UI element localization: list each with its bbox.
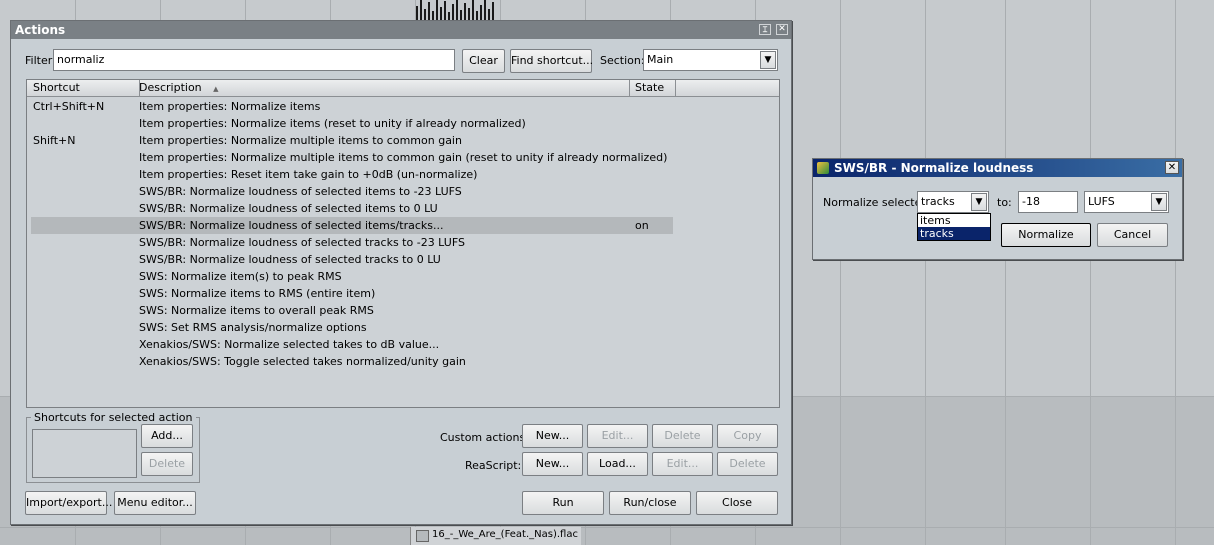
- custom-new-button[interactable]: New...: [522, 424, 583, 448]
- table-row[interactable]: Item properties: Normalize multiple item…: [27, 149, 779, 166]
- menu-editor-button[interactable]: Menu editor...: [114, 491, 196, 515]
- target-select[interactable]: tracks ▼: [917, 191, 989, 213]
- row-description: Xenakios/SWS: Normalize selected takes t…: [139, 338, 440, 351]
- row-description: Item properties: Reset item take gain to…: [139, 168, 478, 181]
- row-shortcut: Ctrl+Shift+N: [33, 100, 105, 113]
- to-label: to:: [997, 196, 1012, 209]
- waveform: [414, 0, 496, 20]
- section-value: Main: [647, 53, 674, 66]
- section-select[interactable]: Main ▼: [643, 49, 778, 71]
- target-option-items[interactable]: items: [918, 214, 990, 227]
- list-header: Shortcut Description ▲ State: [27, 80, 779, 97]
- row-shortcut: Shift+N: [33, 134, 76, 147]
- target-options-list: items tracks: [917, 213, 991, 241]
- table-row[interactable]: SWS: Set RMS analysis/normalize options: [27, 319, 779, 336]
- row-description: SWS/BR: Normalize loudness of selected i…: [139, 219, 444, 232]
- reascript-edit-button: Edit...: [652, 452, 713, 476]
- normalize-button[interactable]: Normalize: [1001, 223, 1091, 247]
- run-close-button[interactable]: Run/close: [609, 491, 691, 515]
- media-item[interactable]: 16_-_We_Are_(Feat._Nas).flac: [410, 527, 581, 545]
- table-row[interactable]: Xenakios/SWS: Normalize selected takes t…: [27, 336, 779, 353]
- level-input[interactable]: -18: [1018, 191, 1078, 213]
- table-row[interactable]: SWS/BR: Normalize loudness of selected i…: [27, 183, 779, 200]
- column-header-shortcut[interactable]: Shortcut: [27, 80, 140, 96]
- row-description: SWS/BR: Normalize loudness of selected i…: [139, 202, 438, 215]
- close-icon[interactable]: ✕: [1165, 161, 1179, 174]
- custom-edit-button: Edit...: [587, 424, 648, 448]
- row-description: Item properties: Normalize multiple item…: [139, 134, 462, 147]
- filter-label: Filter:: [25, 54, 56, 67]
- table-row[interactable]: SWS: Normalize items to overall peak RMS: [27, 302, 779, 319]
- table-row[interactable]: Xenakios/SWS: Toggle selected takes norm…: [27, 353, 779, 370]
- reascript-load-button[interactable]: Load...: [587, 452, 648, 476]
- table-row[interactable]: SWS: Normalize items to RMS (entire item…: [27, 285, 779, 302]
- table-row[interactable]: SWS/BR: Normalize loudness of selected t…: [27, 251, 779, 268]
- pin-icon[interactable]: ⌶: [759, 24, 771, 35]
- actions-rows: Ctrl+Shift+N Item properties: Normalize i…: [27, 98, 779, 370]
- row-description: SWS: Normalize item(s) to peak RMS: [139, 270, 342, 283]
- row-description: Item properties: Normalize items: [139, 100, 321, 113]
- run-button[interactable]: Run: [522, 491, 604, 515]
- custom-copy-button: Copy: [717, 424, 778, 448]
- sort-ascending-icon: ▲: [213, 85, 219, 93]
- row-state: on: [635, 219, 649, 232]
- shortcuts-listbox[interactable]: [32, 429, 137, 478]
- actions-window: Actions ⌶ ✕ Filter: normaliz Clear Find …: [10, 20, 792, 525]
- chevron-down-icon: ▼: [760, 51, 776, 69]
- media-item-name: 16_-_We_Are_(Feat._Nas).flac: [432, 529, 578, 540]
- cancel-button[interactable]: Cancel: [1097, 223, 1168, 247]
- row-description: SWS: Normalize items to overall peak RMS: [139, 304, 374, 317]
- import-export-button[interactable]: Import/export...: [25, 491, 112, 515]
- add-shortcut-button[interactable]: Add...: [141, 424, 193, 448]
- actions-titlebar[interactable]: Actions ⌶ ✕: [11, 21, 791, 39]
- normalize-title: SWS/BR - Normalize loudness: [834, 161, 1034, 175]
- column-header-description[interactable]: Description ▲: [134, 80, 630, 96]
- unit-select[interactable]: LUFS ▼: [1084, 191, 1169, 213]
- custom-delete-button: Delete: [652, 424, 713, 448]
- reascript-label: ReaScript:: [465, 459, 522, 472]
- row-description: SWS/BR: Normalize loudness of selected t…: [139, 236, 465, 249]
- table-row[interactable]: SWS: Normalize item(s) to peak RMS: [27, 268, 779, 285]
- media-item-icon: [416, 530, 429, 542]
- reascript-delete-button: Delete: [717, 452, 778, 476]
- chevron-down-icon: ▼: [971, 193, 987, 211]
- row-description: Xenakios/SWS: Toggle selected takes norm…: [139, 355, 466, 368]
- row-description: SWS: Set RMS analysis/normalize options: [139, 321, 367, 334]
- normalize-selected-label: Normalize selected: [823, 196, 929, 209]
- close-button[interactable]: Close: [696, 491, 778, 515]
- row-description: SWS/BR: Normalize loudness of selected t…: [139, 253, 441, 266]
- shortcuts-group-label: Shortcuts for selected action: [31, 411, 196, 424]
- row-description: Item properties: Normalize multiple item…: [139, 151, 668, 164]
- section-label: Section:: [600, 54, 645, 67]
- custom-actions-label: Custom actions:: [440, 431, 529, 444]
- chevron-down-icon: ▼: [1151, 193, 1167, 211]
- table-row[interactable]: Ctrl+Shift+N Item properties: Normalize i…: [27, 98, 779, 115]
- normalize-loudness-window: SWS/BR - Normalize loudness ✕ Normalize …: [812, 158, 1183, 260]
- table-row[interactable]: SWS/BR: Normalize loudness of selected i…: [27, 200, 779, 217]
- target-option-tracks[interactable]: tracks: [918, 227, 990, 240]
- target-value: tracks: [921, 195, 955, 208]
- column-header-state[interactable]: State: [630, 80, 676, 96]
- reascript-new-button[interactable]: New...: [522, 452, 583, 476]
- table-row[interactable]: SWS/BR: Normalize loudness of selected t…: [27, 234, 779, 251]
- table-row[interactable]: Shift+N Item properties: Normalize multip…: [27, 132, 779, 149]
- sws-logo-icon: [817, 162, 829, 174]
- actions-title: Actions: [15, 23, 66, 37]
- table-row[interactable]: Item properties: Reset item take gain to…: [27, 166, 779, 183]
- find-shortcut-button[interactable]: Find shortcut...: [510, 49, 593, 73]
- row-description: Item properties: Normalize items (reset …: [139, 117, 526, 130]
- unit-value: LUFS: [1088, 195, 1115, 208]
- row-description: SWS/BR: Normalize loudness of selected i…: [139, 185, 462, 198]
- table-row[interactable]: SWS/BR: Normalize loudness of selected i…: [31, 217, 673, 234]
- row-description: SWS: Normalize items to RMS (entire item…: [139, 287, 376, 300]
- delete-shortcut-button: Delete: [141, 452, 193, 476]
- actions-list[interactable]: Shortcut Description ▲ State Ctrl+Shift+…: [26, 79, 780, 408]
- table-row[interactable]: Item properties: Normalize items (reset …: [27, 115, 779, 132]
- filter-input[interactable]: normaliz: [53, 49, 455, 71]
- normalize-titlebar[interactable]: SWS/BR - Normalize loudness ✕: [813, 159, 1182, 177]
- close-icon[interactable]: ✕: [776, 24, 788, 35]
- clear-button[interactable]: Clear: [462, 49, 505, 73]
